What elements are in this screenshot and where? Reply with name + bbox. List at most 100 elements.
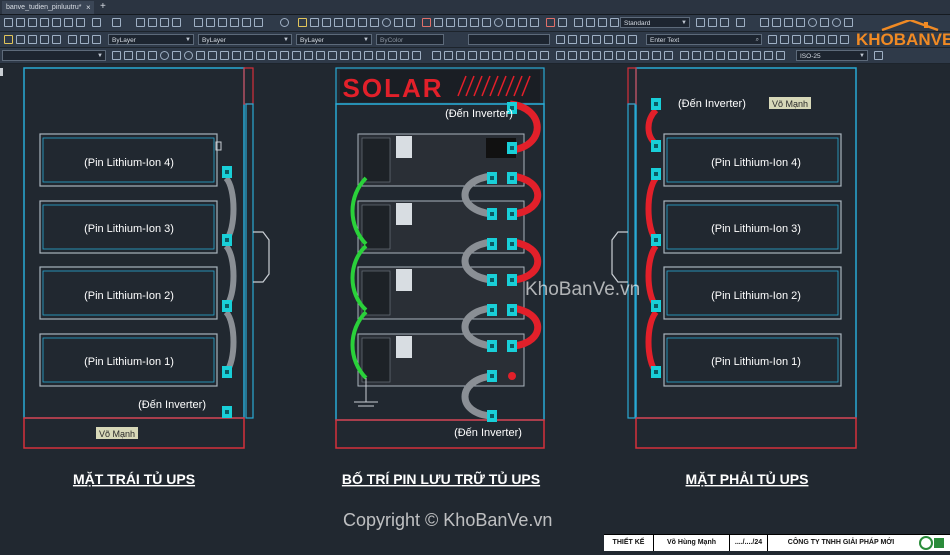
snap-midpoint-icon[interactable]	[568, 51, 577, 60]
arc-icon[interactable]	[796, 18, 805, 27]
quick-dim-icon[interactable]	[208, 51, 217, 60]
table-icon[interactable]	[432, 51, 441, 60]
dim-text-edit-icon[interactable]	[328, 51, 337, 60]
measure-icon[interactable]	[574, 18, 583, 27]
gradient-icon[interactable]	[504, 51, 513, 60]
pedit-icon[interactable]	[546, 18, 555, 27]
dim-break-icon[interactable]	[256, 51, 265, 60]
mirror-icon[interactable]	[334, 18, 343, 27]
wipeout-icon[interactable]	[480, 51, 489, 60]
ucs-3point-icon[interactable]	[776, 51, 785, 60]
zoom-window-icon[interactable]	[160, 18, 169, 27]
polyline-icon[interactable]	[760, 18, 769, 27]
text-search-input[interactable]: Enter Text ⌕	[646, 34, 762, 45]
layer-properties-icon[interactable]	[4, 35, 13, 44]
align-leader-icon[interactable]	[400, 51, 409, 60]
continue-icon[interactable]	[232, 51, 241, 60]
ucs-world-icon[interactable]	[692, 51, 701, 60]
dimension-style-icon[interactable]	[696, 18, 705, 27]
define-attribute-icon[interactable]	[540, 51, 549, 60]
plot-style-select[interactable]: ByColor	[376, 34, 444, 45]
multileader-style-icon[interactable]	[720, 18, 729, 27]
boundary-icon[interactable]	[492, 51, 501, 60]
copy-icon[interactable]	[322, 18, 331, 27]
text-frame-icon[interactable]	[792, 35, 801, 44]
dim-space-icon[interactable]	[244, 51, 253, 60]
text-align-icon[interactable]	[592, 35, 601, 44]
polygon-icon[interactable]	[784, 18, 793, 27]
snap-center-icon[interactable]	[592, 51, 601, 60]
command-input[interactable]	[468, 34, 550, 45]
snap-perpendicular-icon[interactable]	[628, 51, 637, 60]
text-edit-icon[interactable]	[604, 35, 613, 44]
design-center-icon[interactable]	[206, 18, 215, 27]
array-icon[interactable]	[358, 18, 367, 27]
find-text-icon[interactable]	[768, 35, 777, 44]
ucs-origin-icon[interactable]	[752, 51, 761, 60]
close-icon[interactable]: ×	[86, 1, 91, 14]
new-file-icon[interactable]	[4, 18, 13, 27]
ucs-view-icon[interactable]	[740, 51, 749, 60]
pan-icon[interactable]	[136, 18, 145, 27]
fillet-icon[interactable]	[494, 18, 503, 27]
trim-icon[interactable]	[422, 18, 431, 27]
list-icon[interactable]	[598, 18, 607, 27]
ucs-zaxis-icon[interactable]	[764, 51, 773, 60]
dim-style-manager-icon[interactable]	[874, 51, 883, 60]
layer-select[interactable]: ByLayer ▼	[108, 34, 194, 45]
ellipse-icon[interactable]	[832, 18, 841, 27]
attribute-icon[interactable]	[828, 35, 837, 44]
publish-icon[interactable]	[76, 18, 85, 27]
snap-endpoint-icon[interactable]	[556, 51, 565, 60]
scale-icon[interactable]	[394, 18, 403, 27]
xline-icon[interactable]	[772, 18, 781, 27]
spell-check-icon[interactable]	[580, 35, 589, 44]
rectangle-icon[interactable]	[446, 18, 455, 27]
inspection-icon[interactable]	[292, 51, 301, 60]
snap-quadrant-icon[interactable]	[604, 51, 613, 60]
break-icon[interactable]	[458, 18, 467, 27]
multileader-icon[interactable]	[364, 51, 373, 60]
move-icon[interactable]	[370, 18, 379, 27]
dim-style-select[interactable]: ISO-25 ▼	[796, 50, 868, 61]
justify-text-icon[interactable]	[780, 35, 789, 44]
collect-leader-icon[interactable]	[412, 51, 421, 60]
snap-nearest-icon[interactable]	[640, 51, 649, 60]
insert-block-icon[interactable]	[516, 51, 525, 60]
open-file-icon[interactable]	[16, 18, 25, 27]
block-icon[interactable]	[840, 35, 849, 44]
table-style-icon[interactable]	[708, 18, 717, 27]
erase-icon[interactable]	[310, 18, 319, 27]
layer-lock-icon[interactable]	[52, 35, 61, 44]
save-as-icon[interactable]	[40, 18, 49, 27]
symbol-icon[interactable]	[816, 35, 825, 44]
osnap-settings-icon[interactable]	[664, 51, 673, 60]
layer-states-icon[interactable]	[736, 18, 745, 27]
dim-edit-icon[interactable]	[316, 51, 325, 60]
jogged-linear-icon[interactable]	[304, 51, 313, 60]
circle-icon[interactable]	[808, 18, 817, 27]
point-icon[interactable]	[444, 51, 453, 60]
ucs-face-icon[interactable]	[716, 51, 725, 60]
tab-document[interactable]: banve_tudien_pinluutru* ×	[2, 1, 94, 14]
zoom-realtime-icon[interactable]	[148, 18, 157, 27]
linetype-select[interactable]: ByLayer ▼	[198, 34, 292, 45]
aligned-dim-icon[interactable]	[124, 51, 133, 60]
remove-leader-icon[interactable]	[388, 51, 397, 60]
properties-icon[interactable]	[194, 18, 203, 27]
layer-match-icon[interactable]	[68, 35, 77, 44]
ordinate-icon[interactable]	[148, 51, 157, 60]
help-icon[interactable]	[280, 18, 289, 27]
region-icon[interactable]	[468, 51, 477, 60]
spline-edit-icon[interactable]	[558, 18, 567, 27]
dim-override-icon[interactable]	[352, 51, 361, 60]
layer-freeze-icon[interactable]	[28, 35, 37, 44]
snap-none-icon[interactable]	[652, 51, 661, 60]
jogged-icon[interactable]	[172, 51, 181, 60]
join-icon[interactable]	[470, 18, 479, 27]
lineweight-select[interactable]: ByLayer ▼	[296, 34, 372, 45]
center-mark-icon[interactable]	[280, 51, 289, 60]
scale-text-icon[interactable]	[628, 35, 637, 44]
workspace-select[interactable]: ▼	[2, 50, 106, 61]
linear-dim-icon[interactable]	[112, 51, 121, 60]
